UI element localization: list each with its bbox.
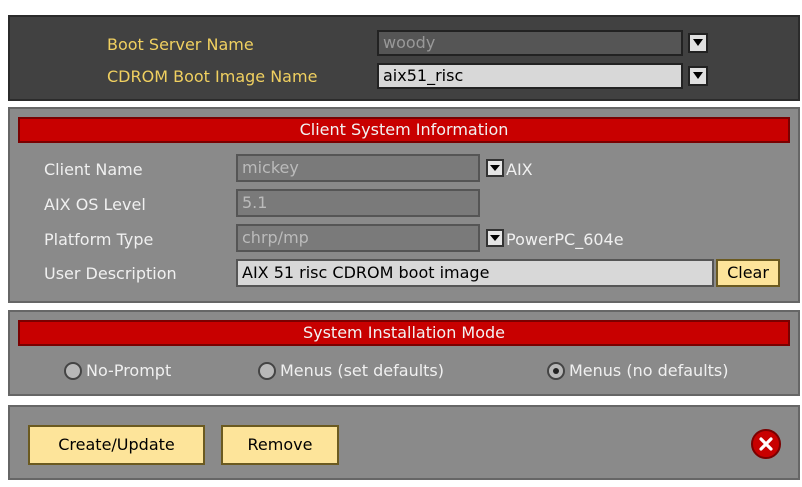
nim-boot-dialog: Boot Server Name woody CDROM Boot Image …	[0, 0, 802, 487]
platform-type-field[interactable]: chrp/mp	[236, 224, 480, 252]
cdrom-image-dropdown-icon[interactable]	[688, 66, 708, 86]
radio-no-prompt-dot	[64, 362, 82, 380]
radio-no-prompt-label: No-Prompt	[86, 361, 172, 380]
install-mode-header: System Installation Mode	[18, 320, 790, 346]
radio-menus-no-defaults[interactable]: Menus (no defaults)	[547, 360, 777, 382]
platform-type-dropdown-icon[interactable]	[486, 229, 504, 247]
os-type-text: AIX	[506, 160, 533, 179]
boot-server-section: Boot Server Name woody CDROM Boot Image …	[8, 15, 800, 101]
radio-menus-no-defaults-dot	[547, 362, 565, 380]
client-name-dropdown-icon[interactable]	[486, 159, 504, 177]
cdrom-image-value: aix51_risc	[383, 66, 464, 85]
actions-panel: Create/Update Remove	[8, 405, 800, 480]
platform-type-label: Platform Type	[44, 230, 154, 249]
os-level-field[interactable]: 5.1	[236, 189, 480, 217]
processor-text: PowerPC_604e	[506, 230, 624, 249]
os-level-label: AIX OS Level	[44, 195, 146, 214]
cdrom-image-label: CDROM Boot Image Name	[107, 67, 318, 86]
radio-menus-set-defaults-dot	[258, 362, 276, 380]
user-description-label: User Description	[44, 264, 177, 283]
radio-menus-no-defaults-label: Menus (no defaults)	[569, 361, 729, 380]
cdrom-image-combo[interactable]: aix51_risc	[377, 63, 683, 89]
client-info-header: Client System Information	[18, 117, 790, 143]
install-mode-panel: System Installation Mode No-Prompt Menus…	[8, 310, 800, 396]
client-info-panel: Client System Information Client Name mi…	[8, 107, 800, 303]
boot-server-combo[interactable]: woody	[377, 30, 683, 56]
boot-server-value: woody	[383, 33, 436, 52]
client-name-field[interactable]: mickey	[236, 154, 480, 182]
create-update-button[interactable]: Create/Update	[28, 425, 205, 465]
radio-menus-set-defaults-label: Menus (set defaults)	[280, 361, 445, 380]
radio-no-prompt[interactable]: No-Prompt	[64, 360, 204, 382]
user-description-field[interactable]: AIX 51 risc CDROM boot image	[236, 259, 714, 287]
remove-button[interactable]: Remove	[221, 425, 339, 465]
clear-button[interactable]: Clear	[716, 259, 780, 287]
boot-server-label: Boot Server Name	[107, 35, 254, 54]
boot-server-dropdown-icon[interactable]	[688, 33, 708, 53]
close-icon[interactable]	[751, 429, 781, 459]
client-name-label: Client Name	[44, 160, 143, 179]
radio-menus-set-defaults[interactable]: Menus (set defaults)	[258, 360, 488, 382]
